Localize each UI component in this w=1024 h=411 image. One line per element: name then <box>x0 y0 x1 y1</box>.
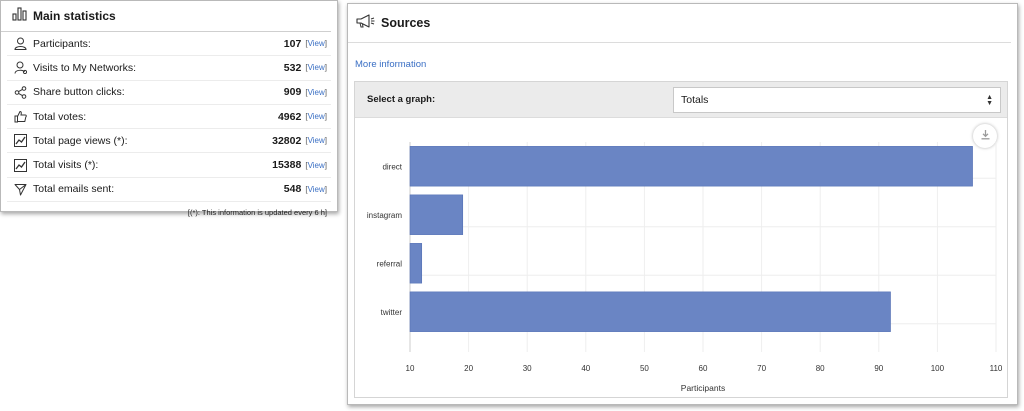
sources-title: Sources <box>381 16 431 30</box>
user-icon <box>13 37 27 51</box>
user-network-icon <box>13 61 27 75</box>
stat-row-page-views: Total page views (*): 32802 [View] <box>7 129 331 154</box>
sources-header: Sources <box>348 4 1011 43</box>
thumbs-up-icon <box>13 110 27 124</box>
more-information-link[interactable]: More information <box>355 59 426 70</box>
bar-direct <box>409 146 973 187</box>
stat-value: 909 <box>283 86 302 99</box>
sources-panel: Sources More information Select a graph:… <box>347 3 1018 405</box>
y-tick-label: direct <box>382 162 402 171</box>
graph-selector-bar: Select a graph: Totals ▲ ▼ <box>355 82 1007 118</box>
send-icon <box>13 182 27 196</box>
line-chart-icon <box>13 134 27 148</box>
view-link[interactable]: [View] <box>305 185 327 194</box>
stat-label: Total page views (*): <box>33 134 128 147</box>
main-statistics-panel: Main statistics Participants: 107 [View]… <box>0 0 338 217</box>
stat-value: 532 <box>283 61 302 74</box>
x-tick-label: 100 <box>931 364 945 373</box>
stat-value: 4962 <box>277 110 302 123</box>
x-tick-label: 60 <box>699 364 708 373</box>
sources-bar-chart: 10 20 30 40 50 60 70 80 90 100 110 direct instagram r… <box>367 142 1003 393</box>
view-link[interactable]: [View] <box>305 63 327 72</box>
x-tick-label: 70 <box>757 364 766 373</box>
stats-list: Participants: 107 [View] Visits to My Ne… <box>7 32 331 203</box>
bar-referral <box>409 243 423 284</box>
y-tick-label: twitter <box>381 308 403 317</box>
stat-label: Total visits (*): <box>33 159 99 172</box>
share-icon <box>13 85 27 99</box>
bar-twitter <box>409 291 891 332</box>
x-tick-label: 110 <box>990 364 1003 373</box>
view-link[interactable]: [View] <box>305 88 327 97</box>
graph-select[interactable]: Totals ▲ ▼ <box>673 86 1001 113</box>
graph-select-value: Totals <box>681 93 709 106</box>
stat-value: 32802 <box>272 134 302 147</box>
stat-row-share-clicks: Share button clicks: 909 [View] <box>7 81 331 105</box>
x-axis-label: Participants <box>681 383 725 393</box>
stat-label: Total votes: <box>33 110 87 123</box>
x-tick-label: 80 <box>816 364 825 373</box>
stat-row-total-votes: Total votes: 4962 [View] <box>7 105 331 130</box>
view-link[interactable]: [View] <box>305 136 327 145</box>
megaphone-icon <box>356 13 376 33</box>
view-link[interactable]: [View] <box>305 39 327 48</box>
bar-instagram <box>409 194 464 235</box>
stat-value: 107 <box>283 37 302 50</box>
x-tick-label: 50 <box>640 364 649 373</box>
select-graph-label: Select a graph: <box>367 94 436 105</box>
update-note: [(*): This information is updated every … <box>187 208 327 218</box>
stat-label: Share button clicks: <box>33 86 125 99</box>
bar-chart-icon <box>12 6 27 26</box>
stat-row-visits-networks: Visits to My Networks: 532 [View] <box>7 56 331 81</box>
y-tick-label: referral <box>377 259 403 268</box>
x-tick-label: 90 <box>874 364 883 373</box>
stat-row-participants: Participants: 107 [View] <box>7 32 331 57</box>
x-tick-label: 10 <box>406 364 415 373</box>
stat-label: Visits to My Networks: <box>33 61 137 74</box>
main-statistics-title: Main statistics <box>33 9 116 23</box>
stat-row-total-visits: Total visits (*): 15388 [View] <box>7 153 331 178</box>
stat-label: Total emails sent: <box>33 183 115 196</box>
view-link[interactable]: [View] <box>305 112 327 121</box>
main-statistics-header: Main statistics <box>1 1 331 32</box>
stat-label: Participants: <box>33 37 91 50</box>
x-tick-label: 40 <box>581 364 590 373</box>
y-tick-label: instagram <box>367 211 402 220</box>
x-tick-label: 30 <box>523 364 532 373</box>
stat-value: 548 <box>283 183 302 196</box>
view-link[interactable]: [View] <box>305 161 327 170</box>
graph-box: Select a graph: Totals ▲ ▼ 10 20 30 40 50 60 70… <box>354 81 1008 398</box>
x-tick-label: 20 <box>464 364 473 373</box>
stat-value: 15388 <box>272 159 302 172</box>
select-arrows-icon: ▲ ▼ <box>986 93 993 107</box>
stat-row-emails-sent: Total emails sent: 548 [View] <box>7 178 331 203</box>
line-chart-icon <box>13 158 27 172</box>
